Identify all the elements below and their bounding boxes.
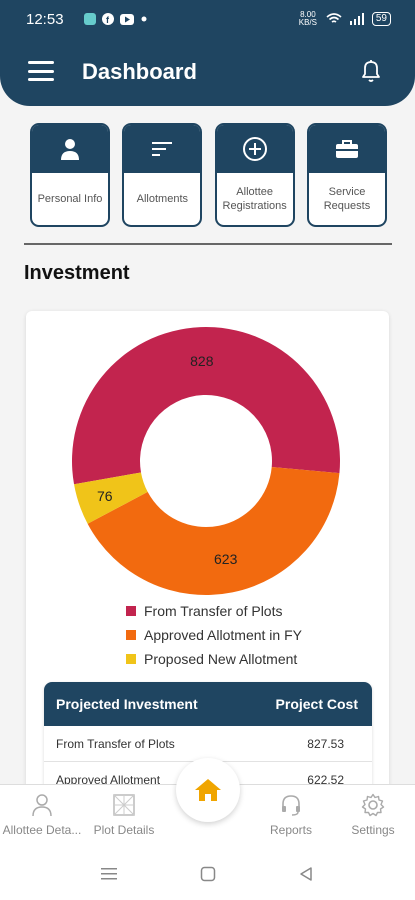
slice-value-label: 623 <box>214 551 238 567</box>
nav-label: Allottee Deta... <box>2 823 82 837</box>
system-nav-bar <box>0 850 415 900</box>
person-outline-icon <box>32 794 52 817</box>
home-button[interactable] <box>176 758 240 822</box>
wifi-icon <box>326 13 342 23</box>
card-label: Personal Info <box>37 193 103 205</box>
dot-icon <box>141 16 147 22</box>
nav-reports[interactable]: Reports <box>246 793 336 837</box>
legend-label: From Transfer of Plots <box>144 603 283 619</box>
section-title: Investment <box>24 262 130 284</box>
quick-actions: Personal Info Allotments Allottee Regist… <box>30 123 387 227</box>
message-app-icon <box>84 13 96 25</box>
chart-legend: From Transfer of Plots Approved Allotment… <box>126 599 302 671</box>
back-icon[interactable] <box>298 866 314 882</box>
legend-swatch <box>126 630 136 640</box>
investment-chart-card: 828 623 76 From Transfer of Plots Approved … <box>26 311 389 798</box>
youtube-icon <box>120 13 134 25</box>
table-header: Projected Investment Project Cost <box>44 682 372 726</box>
header-project-cost: Project Cost <box>275 696 358 712</box>
list-icon <box>152 142 173 156</box>
status-right: 8.00 KB/S 59 <box>297 11 391 27</box>
row-value: 827.53 <box>307 736 344 751</box>
nav-plot-details[interactable]: Plot Details <box>79 793 169 837</box>
card-label: Allotments <box>136 193 188 205</box>
legend-item[interactable]: From Transfer of Plots <box>126 599 302 623</box>
network-speed: 8.00 KB/S <box>298 10 317 27</box>
allotments-card[interactable]: Allotments <box>122 123 203 227</box>
slice-from-transfer-of-plots[interactable] <box>72 327 340 485</box>
status-time: 12:53 <box>26 10 64 28</box>
status-bar: 12:53 f 8.00 KB/S 59 <box>0 8 415 30</box>
person-icon <box>61 139 79 160</box>
table-row: From Transfer of Plots 827.53 <box>44 726 372 762</box>
legend-item[interactable]: Proposed New Allotment <box>126 647 302 671</box>
bell-icon[interactable] <box>359 58 383 84</box>
plot-map-icon <box>113 794 135 816</box>
recent-apps-icon[interactable] <box>100 866 118 882</box>
allottee-registrations-card[interactable]: Allottee Registrations <box>214 123 295 227</box>
header-projected-investment: Projected Investment <box>56 696 198 712</box>
nav-settings[interactable]: Settings <box>328 793 415 837</box>
section-divider <box>24 243 392 245</box>
headset-icon <box>282 795 300 816</box>
service-requests-card[interactable]: Service Requests <box>306 123 387 227</box>
card-label: Service Requests <box>323 186 371 212</box>
nav-label: Settings <box>351 823 395 837</box>
legend-label: Proposed New Allotment <box>144 651 298 667</box>
nav-label: Reports <box>269 823 313 837</box>
card-label: Allottee Registrations <box>222 186 287 212</box>
legend-swatch <box>126 606 136 616</box>
page-title: Dashboard <box>82 59 197 84</box>
slice-value-label: 828 <box>190 353 214 369</box>
plus-circle-icon <box>242 137 267 161</box>
nav-allottee-details[interactable]: Allottee Deta... <box>0 793 87 837</box>
investment-donut-chart: 828 623 76 <box>72 327 340 595</box>
menu-icon[interactable] <box>28 61 54 81</box>
battery-icon: 59 <box>371 12 391 26</box>
legend-label: Approved Allotment in FY <box>144 627 302 643</box>
personal-info-card[interactable]: Personal Info <box>30 123 110 227</box>
app-header: 12:53 f 8.00 KB/S 59 Dashboard <box>0 0 415 106</box>
gear-icon <box>361 793 385 817</box>
briefcase-icon <box>335 140 358 158</box>
home-icon <box>195 779 221 801</box>
home-system-icon[interactable] <box>200 866 216 882</box>
signal-icon <box>349 13 364 25</box>
facebook-icon: f <box>102 13 114 25</box>
row-label: From Transfer of Plots <box>56 736 175 751</box>
nav-label: Plot Details <box>93 823 155 837</box>
status-app-icons: f <box>84 13 148 25</box>
legend-item[interactable]: Approved Allotment in FY <box>126 623 302 647</box>
slice-value-label: 76 <box>97 488 113 504</box>
legend-swatch <box>126 654 136 664</box>
